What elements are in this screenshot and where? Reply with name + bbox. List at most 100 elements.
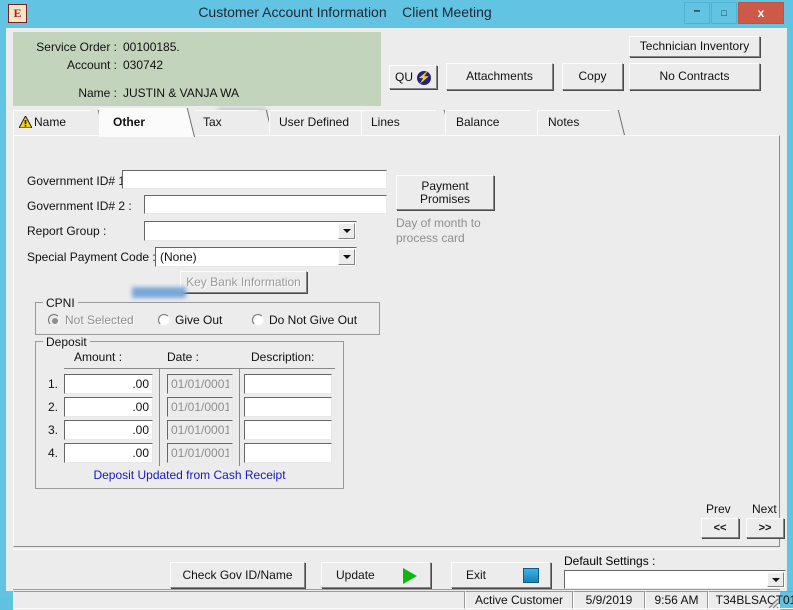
tab-tax-label: Tax — [203, 115, 222, 129]
qu-button-label: QU — [395, 69, 413, 84]
key-bank-information-label: Key Bank Information — [186, 274, 301, 289]
cpni-legend: CPNI — [43, 296, 78, 310]
deposit-legend: Deposit — [43, 335, 90, 349]
day-of-month-note-line2: process card — [396, 231, 465, 245]
green-play-triangle-icon — [403, 568, 417, 584]
account-header-panel: Service Order : 00100185. Account : 0307… — [13, 32, 381, 119]
cpni-radio-give-out-label: Give Out — [175, 313, 223, 327]
special-payment-code-combo[interactable]: (None) — [155, 247, 357, 267]
no-contracts-button[interactable]: No Contracts — [629, 63, 760, 90]
deposit-date-input[interactable] — [167, 397, 233, 417]
tab-notes-label: Notes — [548, 115, 580, 129]
special-payment-code-value: (None) — [160, 250, 197, 264]
tab-other-label: Other — [113, 115, 146, 129]
tab-other[interactable]: Other — [99, 108, 195, 137]
tab-notes[interactable]: Notes — [537, 110, 625, 135]
maximize-icon: □ — [721, 8, 727, 18]
deposit-amount-input[interactable] — [64, 374, 153, 394]
check-gov-id-name-button[interactable]: Check Gov ID/Name — [170, 562, 305, 588]
blue-square-icon — [523, 568, 539, 583]
no-contracts-label: No Contracts — [659, 69, 730, 83]
prev-record-button[interactable]: << — [701, 518, 739, 538]
tab-user-defined-label: User Defined — [279, 115, 350, 129]
next-label: Next — [752, 502, 777, 516]
gov-id-1-input[interactable] — [122, 170, 387, 189]
tab-lines-label: Lines — [371, 115, 400, 129]
window-title: Customer Account Information Client Meet… — [198, 4, 492, 20]
attachments-button[interactable]: Attachments — [446, 63, 553, 90]
tab-name[interactable]: Name — [13, 110, 105, 135]
chevron-down-icon[interactable] — [338, 223, 355, 239]
deposit-date-input[interactable] — [167, 443, 233, 463]
status-terminal-id: T34BLSACT01F1 — [708, 591, 793, 609]
technician-inventory-label: Technician Inventory — [639, 39, 750, 53]
deposit-col-description-header: Description: — [251, 350, 315, 364]
tab-name-label: Name — [34, 115, 67, 129]
close-icon: x — [757, 6, 765, 20]
key-bank-information-button[interactable]: Key Bank Information — [180, 271, 307, 293]
payment-promises-button[interactable]: Payment Promises — [396, 175, 494, 210]
default-settings-label: Default Settings : — [564, 554, 656, 568]
exit-button[interactable]: Exit — [451, 562, 551, 588]
deposit-group: Deposit Amount : Date : Description: 1. … — [35, 335, 344, 489]
gov-id-2-label: Government ID# 2 : — [27, 199, 132, 213]
chevron-down-icon[interactable] — [338, 249, 355, 265]
deposit-row-number: 1. — [47, 377, 58, 391]
tab-tax[interactable]: Tax — [191, 110, 273, 135]
chevron-down-icon[interactable] — [767, 572, 784, 587]
deposit-description-input[interactable] — [244, 374, 332, 394]
close-button[interactable]: x — [738, 2, 784, 24]
deposit-amount-input[interactable] — [64, 443, 153, 463]
qu-button[interactable]: QU — [389, 65, 437, 89]
deposit-header-rule — [64, 368, 335, 369]
deposit-row-number: 4. — [47, 446, 58, 460]
update-button[interactable]: Update — [321, 562, 431, 588]
tab-balance-label: Balance — [456, 115, 500, 129]
update-label: Update — [336, 567, 375, 582]
deposit-sep-2 — [239, 368, 240, 466]
service-order-label: Service Order : — [36, 40, 117, 54]
copy-button[interactable]: Copy — [562, 63, 623, 90]
deposit-description-input[interactable] — [244, 420, 332, 440]
deposit-sep-1 — [159, 368, 160, 466]
cpni-radio-not-selected-label: Not Selected — [65, 313, 134, 327]
deposit-date-input[interactable] — [167, 420, 233, 440]
header-button-group: QU Attachments Copy Technician Inventory… — [381, 32, 780, 106]
deposit-col-amount-header: Amount : — [74, 350, 123, 364]
prev-label: Prev — [706, 502, 731, 516]
prev-record-icon: << — [713, 521, 727, 534]
status-customer-state: Active Customer — [465, 591, 573, 609]
special-payment-code-label: Special Payment Code : — [27, 250, 156, 264]
radio-dot-icon — [48, 314, 60, 326]
resize-grip-icon[interactable] — [765, 595, 779, 609]
client-area: Service Order : 00100185. Account : 0307… — [6, 28, 793, 610]
status-message-cell — [13, 591, 465, 609]
payment-promises-label: Payment Promises — [419, 178, 470, 206]
gov-id-2-input[interactable] — [144, 195, 387, 214]
tab-lines[interactable]: Lines — [361, 110, 451, 135]
deposit-amount-input[interactable] — [64, 397, 153, 417]
default-settings-combo[interactable] — [564, 570, 786, 589]
cpni-radio-do-not-give-out-label: Do Not Give Out — [269, 313, 358, 327]
deposit-amount-input[interactable] — [64, 420, 153, 440]
copy-label: Copy — [578, 69, 607, 83]
technician-inventory-button[interactable]: Technician Inventory — [629, 36, 760, 57]
customer-name-label: Name : — [78, 86, 117, 100]
account-value: 030742 — [123, 58, 164, 72]
other-tab-panel: Government ID# 1 Government ID# 2 : Repo… — [13, 135, 784, 547]
account-label: Account : — [66, 58, 117, 72]
check-gov-id-name-label: Check Gov ID/Name — [182, 567, 293, 582]
next-record-button[interactable]: >> — [746, 518, 784, 538]
minimize-button[interactable]: – — [684, 2, 710, 24]
tab-balance[interactable]: Balance — [445, 110, 545, 135]
report-group-combo[interactable] — [144, 221, 357, 241]
deposit-description-input[interactable] — [244, 397, 332, 417]
maximize-button[interactable]: □ — [711, 2, 737, 24]
radio-dot-icon — [158, 314, 170, 326]
redacted-gov-id-overlay — [132, 287, 186, 298]
status-time: 9:56 AM — [645, 591, 708, 609]
deposit-row-number: 2. — [47, 400, 58, 414]
cpni-group: CPNI Not Selected Give Out Do Not Give O… — [35, 296, 380, 335]
deposit-description-input[interactable] — [244, 443, 332, 463]
deposit-date-input[interactable] — [167, 374, 233, 394]
